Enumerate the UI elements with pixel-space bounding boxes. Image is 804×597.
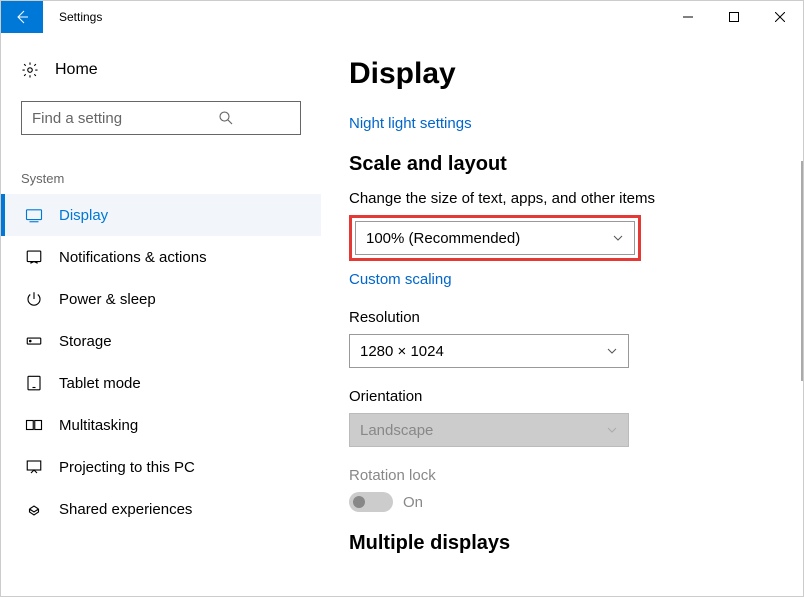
- sidebar-item-projecting[interactable]: Projecting to this PC: [1, 446, 321, 488]
- close-button[interactable]: [757, 1, 803, 33]
- back-button[interactable]: [1, 1, 43, 33]
- chevron-down-icon: [612, 232, 624, 244]
- sidebar-item-label: Power & sleep: [59, 291, 156, 308]
- window-title: Settings: [59, 1, 102, 33]
- home-label: Home: [55, 61, 98, 79]
- sidebar-group-label: System: [21, 171, 301, 186]
- minimize-button[interactable]: [665, 1, 711, 33]
- sidebar-item-label: Notifications & actions: [59, 249, 207, 266]
- home-button[interactable]: Home: [1, 53, 321, 87]
- search-icon: [161, 109, 290, 127]
- sidebar-item-tablet[interactable]: Tablet mode: [1, 362, 321, 404]
- storage-icon: [25, 332, 43, 350]
- chevron-down-icon: [606, 345, 618, 357]
- rotation-toggle: [349, 492, 393, 512]
- display-icon: [25, 206, 43, 224]
- sidebar-item-label: Shared experiences: [59, 501, 192, 518]
- tablet-icon: [25, 374, 43, 392]
- main-content: Display Night light settings Scale and l…: [321, 33, 803, 596]
- sidebar-item-multitasking[interactable]: Multitasking: [1, 404, 321, 446]
- resolution-dropdown[interactable]: 1280 × 1024: [349, 334, 629, 368]
- multitasking-icon: [25, 416, 43, 434]
- scrollbar[interactable]: [801, 161, 803, 381]
- gear-icon: [21, 61, 39, 79]
- projecting-icon: [25, 458, 43, 476]
- scale-label: Change the size of text, apps, and other…: [349, 190, 803, 207]
- night-light-link[interactable]: Night light settings: [349, 115, 472, 132]
- orientation-label: Orientation: [349, 388, 803, 405]
- scale-dropdown[interactable]: 100% (Recommended): [355, 221, 635, 255]
- search-placeholder: Find a setting: [32, 110, 161, 127]
- sidebar-item-label: Storage: [59, 333, 112, 350]
- power-icon: [25, 290, 43, 308]
- sidebar-item-label: Tablet mode: [59, 375, 141, 392]
- sidebar-item-display[interactable]: Display: [1, 194, 321, 236]
- shared-icon: [25, 500, 43, 518]
- window-controls: [665, 1, 803, 33]
- sidebar: Home Find a setting System Display Notif…: [1, 33, 321, 596]
- orientation-value: Landscape: [360, 422, 606, 439]
- chevron-down-icon: [606, 424, 618, 436]
- rotation-label: Rotation lock: [349, 467, 803, 484]
- sidebar-item-label: Display: [59, 207, 108, 224]
- maximize-button[interactable]: [711, 1, 757, 33]
- sidebar-item-notifications[interactable]: Notifications & actions: [1, 236, 321, 278]
- page-heading: Display: [349, 57, 803, 91]
- multiple-displays-heading: Multiple displays: [349, 532, 803, 555]
- orientation-dropdown: Landscape: [349, 413, 629, 447]
- search-input[interactable]: Find a setting: [21, 101, 301, 135]
- sidebar-item-storage[interactable]: Storage: [1, 320, 321, 362]
- resolution-value: 1280 × 1024: [360, 343, 606, 360]
- sidebar-item-shared[interactable]: Shared experiences: [1, 488, 321, 530]
- sidebar-item-label: Multitasking: [59, 417, 138, 434]
- notifications-icon: [25, 248, 43, 266]
- custom-scaling-link[interactable]: Custom scaling: [349, 271, 452, 288]
- scale-value: 100% (Recommended): [366, 230, 612, 247]
- resolution-label: Resolution: [349, 309, 803, 326]
- titlebar: Settings: [1, 1, 803, 33]
- sidebar-item-power[interactable]: Power & sleep: [1, 278, 321, 320]
- sidebar-item-label: Projecting to this PC: [59, 459, 195, 476]
- scale-dropdown-highlight: 100% (Recommended): [349, 215, 641, 261]
- scale-heading: Scale and layout: [349, 153, 803, 176]
- rotation-value: On: [403, 494, 423, 511]
